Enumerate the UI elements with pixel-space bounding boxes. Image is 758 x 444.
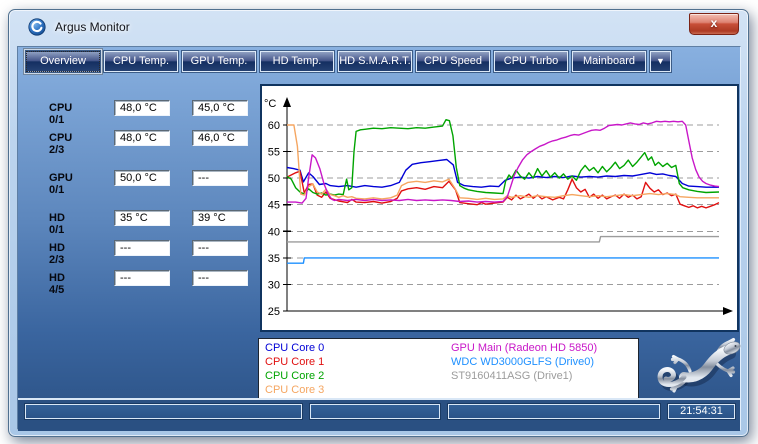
svg-text:40: 40 — [268, 226, 280, 238]
svg-text:30: 30 — [268, 279, 280, 291]
tab-bar: Overview CPU Temp. GPU Temp. HD Temp. HD… — [26, 51, 671, 72]
temperature-chart: 25 30 35 40 45 50 55 60 °C — [262, 86, 737, 330]
tab-gpu-temp[interactable]: GPU Temp. — [182, 51, 256, 72]
sensor-value: 35 °C — [114, 210, 170, 226]
close-icon: x — [711, 16, 718, 30]
gecko-logo — [648, 335, 752, 401]
svg-text:55: 55 — [268, 147, 280, 159]
svg-text:50: 50 — [268, 173, 280, 185]
chart-legend: CPU Core 0 CPU Core 1 CPU Core 2 CPU Cor… — [258, 338, 639, 399]
sensor-label: CPU 0/1 — [49, 102, 72, 126]
status-panel-clock: 21:54:31 — [668, 404, 735, 419]
window-title: Argus Monitor — [55, 20, 130, 34]
svg-text:60: 60 — [268, 120, 280, 132]
tab-hd-smart[interactable]: HD S.M.A.R.T. — [338, 51, 412, 72]
sensor-value: 45,0 °C — [192, 100, 248, 116]
sensor-value: 50,0 °C — [114, 170, 170, 186]
sensor-label: HD 0/1 — [49, 212, 65, 236]
status-panel — [448, 404, 660, 419]
tab-overflow-button[interactable]: ▼ — [650, 51, 671, 72]
legend-item: ST9160411ASG (Drive1) — [451, 370, 572, 382]
tab-cpu-temp[interactable]: CPU Temp. — [104, 51, 178, 72]
clock: 21:54:31 — [669, 405, 734, 418]
sensor-value: --- — [114, 270, 170, 286]
sensor-value: 48,0 °C — [114, 130, 170, 146]
svg-text:35: 35 — [268, 253, 280, 265]
sensor-value: --- — [114, 240, 170, 256]
legend-item: CPU Core 1 — [265, 356, 324, 368]
sensor-label: HD 4/5 — [49, 272, 65, 296]
legend-item: WDC WD3000GLFS (Drive0) — [451, 356, 594, 368]
status-panel — [310, 404, 440, 419]
sensor-value: 39 °C — [192, 210, 248, 226]
legend-item: CPU Core 0 — [265, 342, 324, 354]
argus-monitor-window: Argus Monitor x Overview CPU Temp. GPU T… — [8, 9, 749, 437]
svg-text:45: 45 — [268, 200, 280, 212]
status-panel — [25, 404, 302, 419]
tab-mainboard[interactable]: Mainboard — [572, 51, 646, 72]
tab-hd-temp[interactable]: HD Temp. — [260, 51, 334, 72]
legend-item: GPU Main (Radeon HD 5850) — [451, 342, 597, 354]
sensor-value: 46,0 °C — [192, 130, 248, 146]
legend-item: CPU Core 2 — [265, 370, 324, 382]
status-bar: 21:54:31 — [18, 398, 740, 431]
svg-text:25: 25 — [268, 306, 280, 318]
chevron-down-icon: ▼ — [656, 56, 665, 66]
sensor-value: --- — [192, 240, 248, 256]
close-button[interactable]: x — [689, 13, 739, 35]
app-icon — [28, 18, 46, 36]
tab-cpu-speed[interactable]: CPU Speed — [416, 51, 490, 72]
temperature-chart-panel: 25 30 35 40 45 50 55 60 °C — [260, 84, 739, 332]
sensor-value: --- — [192, 270, 248, 286]
sensor-label: GPU 0/1 — [49, 172, 73, 196]
svg-text:°C: °C — [264, 98, 276, 110]
sensor-value: --- — [192, 170, 248, 186]
sensor-label: CPU 2/3 — [49, 132, 72, 156]
tab-cpu-turbo[interactable]: CPU Turbo — [494, 51, 568, 72]
tab-overview[interactable]: Overview — [26, 51, 100, 72]
client-area: Overview CPU Temp. GPU Temp. HD Temp. HD… — [17, 46, 741, 430]
titlebar: Argus Monitor x — [9, 10, 748, 46]
sensor-value: 48,0 °C — [114, 100, 170, 116]
legend-item: CPU Core 3 — [265, 384, 324, 396]
sensor-label: HD 2/3 — [49, 242, 65, 266]
